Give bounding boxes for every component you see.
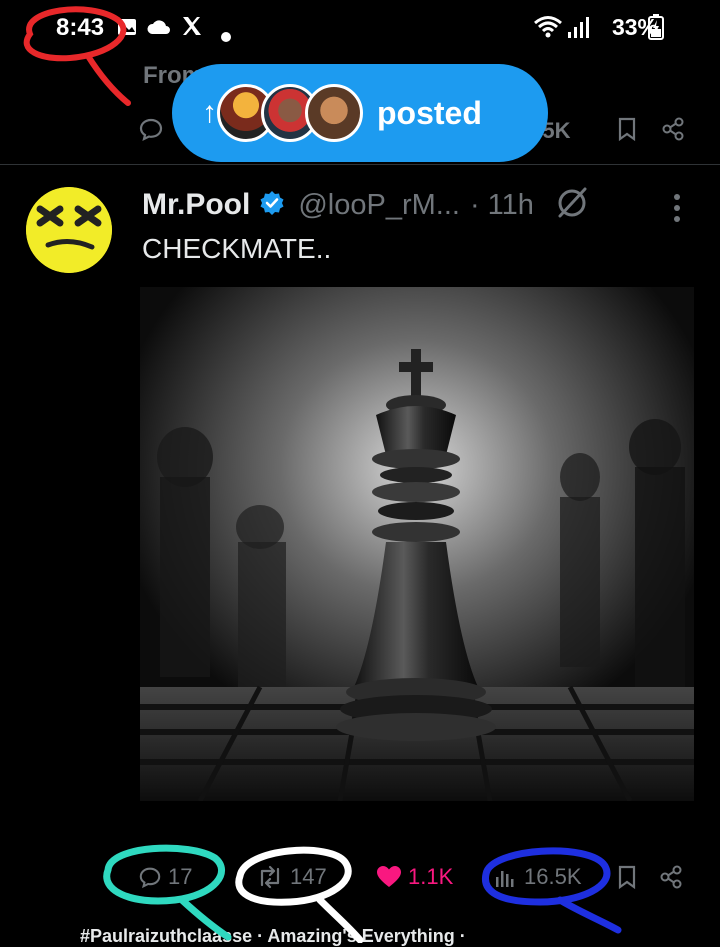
- share-button[interactable]: [658, 855, 690, 899]
- dot-icon: [221, 22, 231, 48]
- tweet-text: CHECKMATE..: [142, 233, 332, 264]
- reply-icon: [139, 867, 161, 889]
- views-icon: [496, 871, 514, 887]
- tweet-media-image[interactable]: [140, 287, 694, 801]
- handle[interactable]: @looP_rM...: [298, 189, 460, 222]
- like-button[interactable]: 1.1K: [376, 855, 453, 899]
- arrow-up-icon: ↑: [202, 96, 217, 129]
- x-logo-icon: [180, 14, 204, 44]
- bookmark-icon[interactable]: [616, 116, 638, 148]
- view-count: 16.5K: [524, 864, 582, 889]
- heart-icon: [377, 866, 401, 887]
- tweet-header: Mr.Pool @looP_rM... · 11h: [142, 185, 590, 225]
- display-name[interactable]: Mr.Pool: [142, 188, 250, 222]
- like-count: 1.1K: [408, 864, 454, 889]
- bookmark-icon: [618, 865, 636, 890]
- share-icon[interactable]: [660, 116, 686, 148]
- tweet-actions: 17 147 1.1K 16.5K: [132, 855, 698, 899]
- more-options-icon[interactable]: [672, 193, 682, 228]
- status-time: 8:43: [56, 14, 105, 41]
- views-button[interactable]: 16.5K: [494, 855, 582, 899]
- grok-icon[interactable]: [554, 185, 590, 226]
- reply-count: 17: [168, 864, 193, 889]
- posted-label: posted: [377, 94, 482, 131]
- image-icon: [116, 16, 138, 44]
- reply-icon[interactable]: [138, 116, 164, 148]
- signal-icon: [566, 14, 592, 46]
- pill-avatar-3: [305, 84, 363, 142]
- battery-icon: [648, 14, 664, 46]
- repost-count: 147: [290, 864, 327, 889]
- tweet[interactable]: Mr.Pool @looP_rM... · 11h CHECKMATE.. 17…: [0, 165, 720, 943]
- status-bar: 8:43 33%: [0, 0, 720, 58]
- next-post-partial-text: #Paulraizuthclaasse · Amazing's Everythi…: [80, 926, 466, 946]
- share-icon: [660, 865, 682, 889]
- bookmark-button[interactable]: [616, 855, 644, 899]
- reply-button[interactable]: 17: [138, 855, 192, 899]
- wifi-icon: [533, 14, 563, 46]
- timestamp[interactable]: · 11h: [470, 189, 534, 222]
- cloud-icon: [146, 16, 172, 44]
- avatar[interactable]: [26, 187, 112, 273]
- repost-icon: [260, 865, 280, 889]
- new-posts-pill[interactable]: ↑ posted: [172, 64, 548, 162]
- verified-badge-icon: [258, 189, 286, 222]
- repost-button[interactable]: 147: [256, 855, 327, 899]
